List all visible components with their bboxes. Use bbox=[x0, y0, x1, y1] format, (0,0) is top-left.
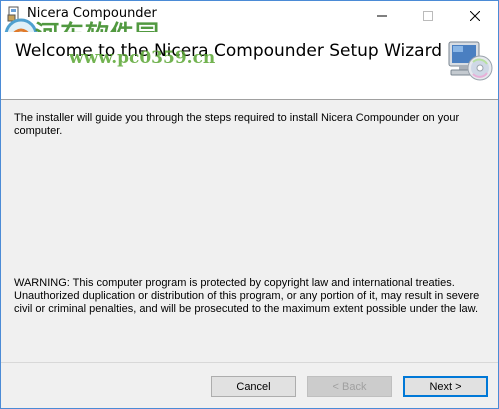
setup-window: Nicera Compounder 河东软件园 Welcome to the N… bbox=[0, 0, 499, 409]
back-button[interactable]: < Back bbox=[307, 376, 392, 397]
close-button[interactable] bbox=[452, 1, 498, 31]
wizard-header: Welcome to the Nicera Compounder Setup W… bbox=[1, 32, 498, 100]
title-bar[interactable]: Nicera Compounder 河东软件园 bbox=[1, 1, 498, 52]
warning-text: WARNING: This computer program is protec… bbox=[14, 277, 480, 315]
cancel-button[interactable]: Cancel bbox=[211, 376, 296, 397]
button-bar-divider bbox=[1, 362, 498, 363]
next-button[interactable]: Next > bbox=[403, 376, 488, 397]
maximize-icon bbox=[423, 11, 433, 21]
maximize-button[interactable] bbox=[405, 1, 451, 31]
intro-text: The installer will guide you through the… bbox=[14, 112, 460, 137]
watermark-url: www.pc0359.cn bbox=[69, 48, 216, 68]
close-icon bbox=[470, 11, 480, 21]
minimize-button[interactable] bbox=[359, 1, 405, 31]
computer-cd-icon bbox=[448, 41, 493, 81]
minimize-icon bbox=[377, 15, 387, 17]
